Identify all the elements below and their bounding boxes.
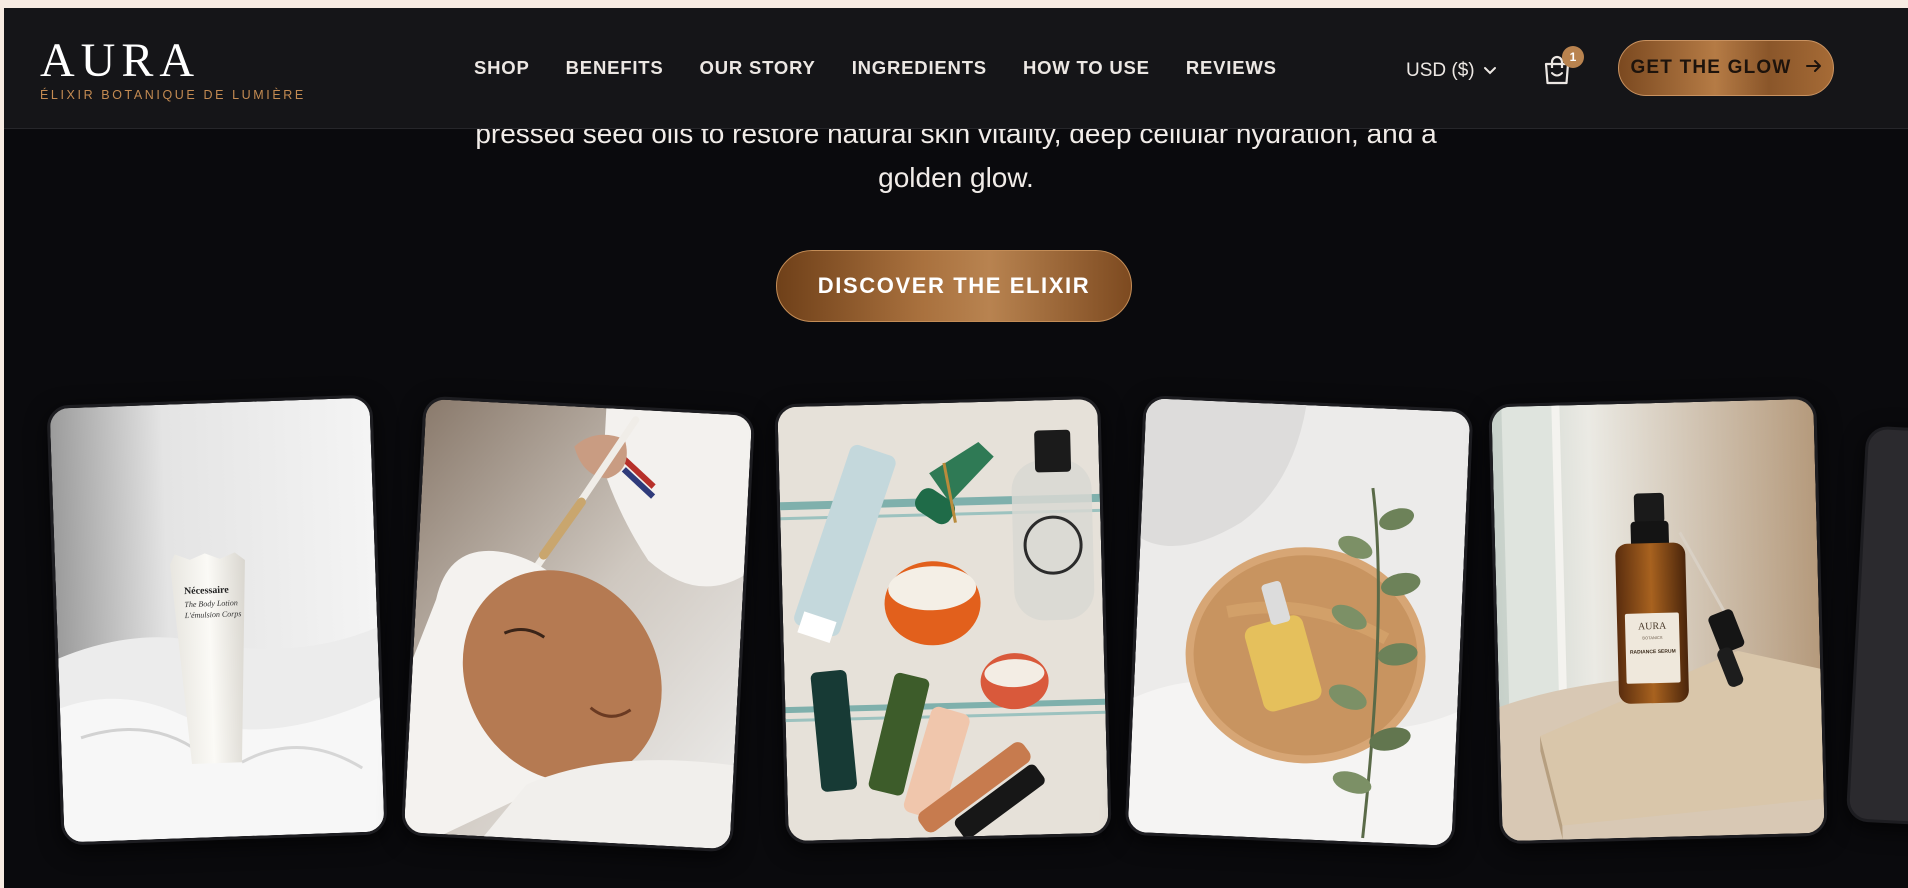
arrow-right-icon — [1805, 57, 1822, 79]
nav-item-reviews[interactable]: REVIEWS — [1186, 57, 1277, 79]
serum-bottle-brand: AURA — [1638, 621, 1667, 633]
gallery-card-flat-lay[interactable] — [774, 395, 1112, 845]
currency-label: USD ($) — [1406, 60, 1475, 81]
brand-logo[interactable]: AURA ÉLIXIR BOTANIQUE DE LUMIÈRE — [40, 34, 306, 103]
serum-board-photo — [1127, 398, 1471, 846]
chevron-down-icon — [1483, 66, 1497, 76]
main-nav: SHOP BENEFITS OUR STORY INGREDIENTS HOW … — [474, 8, 1277, 128]
site-header: AURA ÉLIXIR BOTANIQUE DE LUMIÈRE SHOP BE… — [4, 8, 1908, 129]
brand-tagline: ÉLIXIR BOTANIQUE DE LUMIÈRE — [40, 88, 306, 102]
brand-name: AURA — [40, 34, 201, 87]
hero-text-line-2: golden glow. — [878, 162, 1034, 193]
currency-selector[interactable]: USD ($) — [1406, 60, 1497, 82]
nav-item-ingredients[interactable]: INGREDIENTS — [852, 57, 987, 79]
gallery-card-face-mask[interactable] — [400, 395, 756, 853]
cart-count-badge: 1 — [1562, 46, 1584, 68]
flat-lay-photo — [777, 398, 1109, 842]
discover-button-label: DISCOVER THE ELIXIR — [817, 273, 1091, 298]
face-mask-photo — [403, 398, 753, 850]
lotion-tube-line-1: The Body Lotion — [184, 598, 238, 609]
nav-item-benefits[interactable]: BENEFITS — [566, 57, 664, 79]
nav-item-shop[interactable]: SHOP — [474, 57, 530, 79]
get-the-glow-button[interactable]: GET THE GLOW — [1618, 40, 1834, 96]
serum-bottle-sub: BOTANICS — [1642, 635, 1663, 641]
gallery-card-partial[interactable] — [1845, 425, 1908, 827]
gallery-card-lotion[interactable]: Nécessaire The Body Lotion L'émulsion Co… — [46, 394, 388, 846]
gallery-card-radiance-serum[interactable]: AURA BOTANICS RADIANCE SERUM — [1488, 395, 1828, 845]
discover-the-elixir-button[interactable]: DISCOVER THE ELIXIR — [776, 250, 1132, 322]
radiance-serum-photo: AURA BOTANICS RADIANCE SERUM — [1491, 398, 1825, 842]
cart-button[interactable]: 1 — [1542, 46, 1584, 90]
page-frame: AURA ÉLIXIR BOTANIQUE DE LUMIÈRE SHOP BE… — [4, 8, 1908, 888]
get-the-glow-label: GET THE GLOW — [1630, 57, 1792, 78]
serum-bottle-label: RADIANCE SERUM — [1630, 649, 1676, 656]
nav-item-how-to-use[interactable]: HOW TO USE — [1023, 57, 1150, 79]
nav-item-our-story[interactable]: OUR STORY — [700, 57, 816, 79]
lotion-tube-brand: Nécessaire — [184, 585, 230, 598]
shopping-bag-icon — [1542, 55, 1572, 90]
gallery-card-serum-board[interactable] — [1124, 395, 1474, 849]
lotion-photo: Nécessaire The Body Lotion L'émulsion Co… — [49, 397, 385, 843]
